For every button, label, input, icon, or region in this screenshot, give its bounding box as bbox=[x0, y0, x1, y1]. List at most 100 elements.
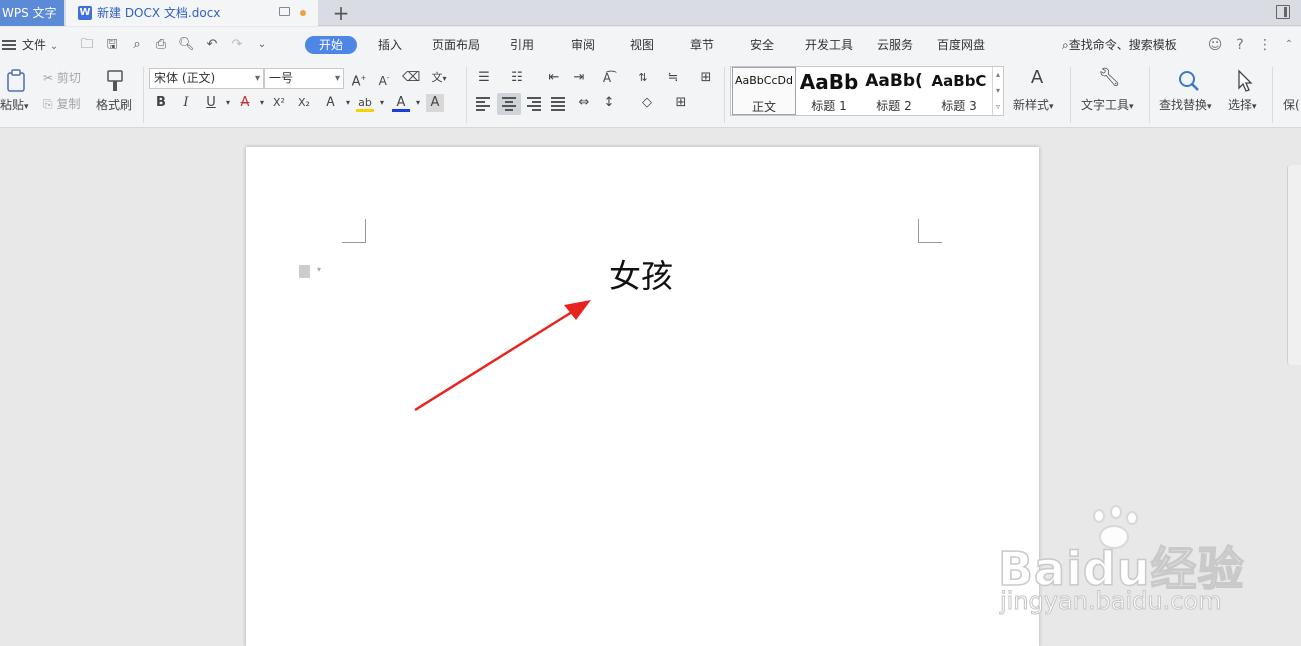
font-color-button[interactable]: A bbox=[392, 94, 410, 112]
style-label: 正文 bbox=[751, 100, 776, 114]
print-icon[interactable]: ⎙ bbox=[153, 37, 169, 53]
character-shading-icon[interactable]: A bbox=[426, 94, 444, 112]
tab-home[interactable]: 开始 bbox=[305, 36, 358, 54]
subscript-button[interactable]: X₂ bbox=[295, 94, 313, 112]
tab-view[interactable]: 视图 bbox=[630, 36, 654, 54]
decrease-indent-icon[interactable]: ⇤ bbox=[545, 69, 563, 87]
menu-bar: 文件 ⌄ 🗀 🖫 ⌕ ⎙ 🔍︎ ↶ ↷ ⌄ 开始 插入 页面布局 引用 审阅 视… bbox=[0, 27, 1301, 63]
feedback-icon[interactable]: ☺ bbox=[1207, 36, 1223, 54]
show-paragraph-marks-icon[interactable]: ≒ bbox=[664, 69, 682, 87]
document-tab[interactable]: W 新建 DOCX 文档.docx bbox=[66, 0, 318, 26]
underline-button[interactable]: U bbox=[202, 94, 220, 112]
distributed-align-icon[interactable]: ⇔ bbox=[575, 94, 593, 112]
styles-gallery: AaBbCcDd 正文 AaBb 标题 1 AaBb( 标题 2 AaBbC 标… bbox=[730, 66, 1004, 116]
save-icon[interactable]: 🖫 bbox=[104, 37, 120, 53]
chevron-down-icon[interactable]: ▾ bbox=[409, 94, 427, 112]
copy-icon: ⎘ bbox=[43, 97, 53, 111]
tab-security[interactable]: 安全 bbox=[750, 36, 774, 54]
tab-developer[interactable]: 开发工具 bbox=[805, 36, 853, 54]
output-pdf-icon[interactable]: ⌕ bbox=[129, 37, 145, 53]
tab-page-layout[interactable]: 页面布局 bbox=[432, 36, 480, 54]
cut-label: 剪切 bbox=[56, 71, 81, 85]
open-folder-icon[interactable]: 🗀 bbox=[79, 37, 95, 53]
text-effects-icon[interactable]: Ꭺ bbox=[322, 94, 340, 112]
style-heading-1[interactable]: AaBb 标题 1 bbox=[797, 67, 861, 115]
tab-cloud-service[interactable]: 云服务 bbox=[877, 36, 913, 54]
tab-chapter[interactable]: 章节 bbox=[690, 36, 714, 54]
annotation-arrow bbox=[414, 300, 591, 412]
monitor-icon[interactable] bbox=[279, 7, 290, 16]
tab-insert[interactable]: 插入 bbox=[378, 36, 402, 54]
tab-references[interactable]: 引用 bbox=[510, 36, 534, 54]
bullet-list-icon[interactable]: ☰ bbox=[475, 69, 493, 87]
ribbon-toolbar: 粘贴▾ ✂ 剪切 ⎘ 复制 格式刷 宋体 (正文) 一号 A+ A- ⌫ 文▾ … bbox=[0, 63, 1301, 128]
style-heading-2[interactable]: AaBb( 标题 2 bbox=[862, 67, 926, 115]
chevron-down-icon[interactable]: ▾ bbox=[253, 94, 271, 112]
print-preview-icon[interactable]: 🔍︎ bbox=[178, 37, 195, 53]
borders-icon[interactable]: ⊞ bbox=[672, 94, 690, 112]
sidebar-toggle-icon[interactable] bbox=[1276, 5, 1290, 19]
bold-button[interactable]: B bbox=[152, 94, 170, 112]
chevron-down-icon[interactable]: ▾ bbox=[219, 94, 237, 112]
hamburger-icon bbox=[2, 40, 16, 50]
file-menu[interactable]: 文件 ⌄ bbox=[2, 37, 58, 53]
side-panel-handle[interactable] bbox=[1287, 165, 1301, 365]
sort-icon[interactable]: ⇅ bbox=[634, 69, 652, 87]
separator bbox=[466, 67, 467, 123]
styles-scrollbar[interactable]: ▴ ▾ ▿ bbox=[992, 67, 1003, 115]
numbered-list-icon[interactable]: ☷ bbox=[508, 69, 526, 87]
text-tools-label: 文字工具▾ bbox=[1081, 98, 1134, 112]
baidu-watermark: Baidu经验 jingyan.baidu.com bbox=[997, 505, 1244, 625]
unsaved-dot-icon bbox=[300, 10, 306, 16]
customize-quick-access-icon[interactable]: ⌄ bbox=[254, 37, 270, 53]
paste-label: 粘贴▾ bbox=[0, 98, 29, 112]
separator bbox=[1149, 67, 1150, 123]
style-label: 标题 1 bbox=[811, 99, 847, 113]
style-label: 标题 2 bbox=[876, 99, 912, 113]
more-options-icon[interactable]: ⋮ bbox=[1257, 36, 1273, 54]
chevron-down-icon: ⌄ bbox=[49, 41, 59, 52]
align-left-icon[interactable] bbox=[476, 97, 492, 111]
strikethrough-button[interactable]: A bbox=[236, 94, 254, 112]
font-name-select[interactable]: 宋体 (正文) bbox=[149, 68, 264, 89]
chevron-down-icon[interactable]: ▾ bbox=[339, 94, 357, 112]
file-menu-label: 文件 bbox=[22, 38, 47, 52]
style-label: 标题 3 bbox=[941, 99, 977, 113]
shading-icon[interactable]: ◇ bbox=[638, 94, 656, 112]
font-size-select[interactable]: 一号 bbox=[264, 68, 344, 89]
style-normal[interactable]: AaBbCcDd 正文 bbox=[732, 67, 796, 115]
decrease-font-size-icon[interactable]: A- bbox=[375, 69, 393, 88]
separator bbox=[724, 67, 725, 123]
italic-button[interactable]: I bbox=[177, 94, 195, 112]
cut-button[interactable]: ✂ 剪切 bbox=[43, 70, 81, 86]
command-search[interactable]: ⌕查找命令、搜索模板 bbox=[1062, 37, 1177, 53]
superscript-button[interactable]: X² bbox=[270, 94, 288, 112]
new-tab-button[interactable]: + bbox=[332, 1, 350, 25]
clear-format-icon[interactable]: ⌫ bbox=[402, 69, 420, 87]
phonetic-guide-icon[interactable]: 文▾ bbox=[430, 69, 448, 87]
redo-icon[interactable]: ↷ bbox=[229, 37, 245, 53]
line-spacing-icon[interactable]: ↕ bbox=[600, 94, 618, 112]
table-grid-icon[interactable]: ⊞ bbox=[697, 69, 715, 87]
increase-indent-icon[interactable]: ⇥ bbox=[570, 69, 588, 87]
style-heading-3[interactable]: AaBbC 标题 3 bbox=[927, 67, 991, 115]
justify-icon[interactable] bbox=[551, 97, 567, 111]
collapse-ribbon-icon[interactable]: ⌃ bbox=[1281, 36, 1297, 54]
chevron-down-icon[interactable]: ▾ bbox=[373, 94, 391, 112]
protect-button-partial[interactable]: 保( bbox=[1283, 97, 1301, 113]
undo-icon[interactable]: ↶ bbox=[204, 37, 220, 53]
increase-font-size-icon[interactable]: A+ bbox=[350, 69, 368, 89]
document-page[interactable]: ▾ 女孩 bbox=[246, 147, 1039, 646]
help-icon[interactable]: ? bbox=[1232, 36, 1248, 54]
asian-layout-icon[interactable]: A͡ bbox=[598, 69, 616, 87]
search-icon: ⌕ bbox=[1062, 38, 1069, 52]
align-center-button[interactable] bbox=[497, 93, 521, 115]
tab-review[interactable]: 审阅 bbox=[571, 36, 595, 54]
magnifier-icon bbox=[1179, 71, 1199, 91]
app-tab-wps-writer[interactable]: WPS 文字 bbox=[0, 0, 64, 26]
tab-baidu-netdisk[interactable]: 百度网盘 bbox=[937, 36, 985, 54]
copy-button[interactable]: ⎘ 复制 bbox=[43, 96, 80, 112]
style-preview: AaBbCcDd bbox=[735, 74, 793, 87]
highlight-color-icon[interactable]: ab bbox=[356, 94, 374, 112]
align-right-icon[interactable] bbox=[527, 97, 543, 111]
